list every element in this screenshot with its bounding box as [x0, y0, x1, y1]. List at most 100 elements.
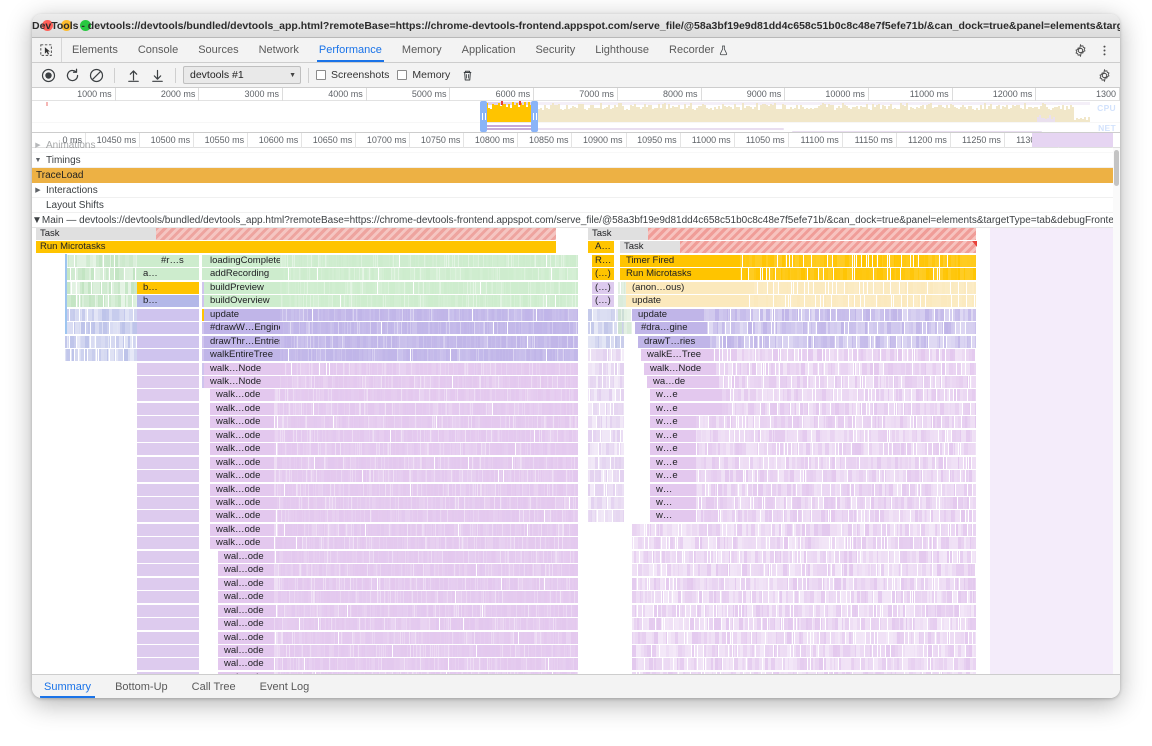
flame-bar[interactable]: b…	[137, 295, 199, 307]
flame-bar-group[interactable]	[588, 416, 624, 428]
flame-bar-label[interactable]: update	[632, 309, 704, 321]
flame-bar-group[interactable]	[632, 672, 976, 674]
flame-bar-label[interactable]: w…e	[650, 389, 722, 401]
track-layout-shifts[interactable]: Layout Shifts	[32, 198, 1120, 213]
flame-bar[interactable]	[137, 537, 199, 549]
flame-bar-group[interactable]	[65, 309, 137, 321]
flame-bar-label[interactable]: Run Microtasks	[620, 268, 740, 280]
tab-console[interactable]: Console	[128, 38, 188, 62]
flame-bar-label[interactable]: walk…ode	[210, 457, 274, 469]
flame-bar-group[interactable]	[618, 322, 632, 334]
flame-bar-group[interactable]	[632, 551, 976, 563]
tab-call-tree[interactable]: Call Tree	[180, 675, 248, 698]
flame-bar-label[interactable]: walk…ode	[210, 416, 274, 428]
flame-bar-label[interactable]: drawThr…Entries	[204, 336, 280, 348]
flame-bar[interactable]	[137, 336, 199, 348]
flame-bar-group[interactable]	[278, 443, 578, 455]
flame-bar-group[interactable]	[65, 322, 137, 334]
flame-bar[interactable]: a…	[137, 268, 199, 280]
tab-security[interactable]: Security	[525, 38, 585, 62]
flame-bar-group[interactable]	[632, 537, 976, 549]
overview-body[interactable]: CPU NET	[32, 101, 1120, 132]
flame-bar[interactable]	[137, 591, 199, 603]
flame-bar[interactable]: Task	[588, 228, 648, 240]
recording-select[interactable]: devtools #1 ▼	[183, 66, 301, 84]
flame-bar-group[interactable]	[278, 403, 578, 415]
flame-bar-group[interactable]	[278, 591, 578, 603]
flame-bar-label[interactable]: wal…ode	[218, 632, 274, 644]
tab-network[interactable]: Network	[249, 38, 309, 62]
flame-bar[interactable]	[137, 484, 199, 496]
flame-bar-label[interactable]: wal…ode	[218, 658, 274, 670]
flame-bar[interactable]	[137, 605, 199, 617]
inspect-element-button[interactable]	[32, 38, 62, 62]
flame-bar-label[interactable]: w…e	[650, 430, 696, 442]
flame-bar-group[interactable]	[65, 349, 137, 361]
close-window-button[interactable]	[42, 20, 53, 31]
flame-bar-group[interactable]	[650, 510, 976, 522]
overview-window-right-handle[interactable]	[531, 101, 538, 132]
minimize-window-button[interactable]	[61, 20, 72, 31]
tab-memory[interactable]: Memory	[392, 38, 452, 62]
flame-bar-group[interactable]	[65, 255, 137, 267]
tab-application[interactable]: Application	[452, 38, 526, 62]
flame-bar-group[interactable]	[278, 618, 578, 630]
flame-bar[interactable]	[137, 672, 199, 674]
flame-bar-group[interactable]	[278, 564, 578, 576]
tab-performance[interactable]: Performance	[309, 38, 392, 62]
flame-bar-label[interactable]: walk…ode	[210, 443, 274, 455]
flame-bar[interactable]	[558, 228, 561, 240]
flame-bar[interactable]: (…)	[592, 295, 614, 307]
flame-bar-group[interactable]	[278, 470, 578, 482]
flame-bar-group[interactable]	[632, 524, 976, 536]
flame-bar-label[interactable]: loadingComplete	[204, 255, 280, 267]
flame-bar-group[interactable]	[588, 457, 624, 469]
flame-bar[interactable]	[137, 416, 199, 428]
save-profile-button[interactable]	[146, 65, 168, 85]
flame-bar-label[interactable]: wal…ode	[218, 672, 274, 674]
flame-bar-group[interactable]	[278, 497, 578, 509]
load-profile-button[interactable]	[122, 65, 144, 85]
flame-bar-group[interactable]	[588, 336, 624, 348]
flame-bar-label[interactable]: wal…ode	[218, 564, 274, 576]
flame-bar-label[interactable]: walk…ode	[210, 403, 274, 415]
flame-bar[interactable]	[137, 645, 199, 657]
flame-bar-label[interactable]: wal…ode	[218, 618, 274, 630]
flame-bar-group[interactable]	[588, 430, 624, 442]
tab-summary[interactable]: Summary	[32, 675, 103, 698]
flame-bar-label[interactable]: update	[204, 309, 280, 321]
tab-bottom-up[interactable]: Bottom-Up	[103, 675, 180, 698]
flame-bar-group[interactable]	[278, 658, 578, 670]
flame-bar-group[interactable]	[278, 376, 578, 388]
flame-bar-label[interactable]: w…	[650, 510, 696, 522]
flame-bar-group[interactable]	[632, 632, 976, 644]
flame-bar-label[interactable]: w…e	[650, 443, 696, 455]
flame-bar-group[interactable]	[588, 510, 624, 522]
flame-bar-label[interactable]: Timer Fired	[620, 255, 740, 267]
flame-bar-group[interactable]	[588, 470, 624, 482]
flame-bar-label[interactable]: walkEntireTree	[204, 349, 280, 361]
capture-settings-button[interactable]	[1093, 65, 1115, 85]
overview-window-left-handle[interactable]	[480, 101, 487, 132]
flame-bar[interactable]: b…	[137, 282, 199, 294]
flame-bar-group[interactable]	[278, 457, 578, 469]
flame-bar-group[interactable]	[278, 537, 578, 549]
flame-chart[interactable]: TaskTaskTaskRun MicrotasksTaskA…#r…sl…el…	[32, 228, 1120, 674]
flame-bar-group[interactable]	[650, 484, 976, 496]
flame-bar-label[interactable]: walkE…Tree	[641, 349, 713, 361]
flame-bar[interactable]: Run Microtasks	[36, 241, 556, 253]
flame-bar-label[interactable]: walk…ode	[210, 470, 274, 482]
tab-sources[interactable]: Sources	[188, 38, 248, 62]
flame-bar-label[interactable]: wal…ode	[218, 551, 274, 563]
flame-bar[interactable]	[137, 564, 199, 576]
flame-bar[interactable]	[137, 403, 199, 415]
flame-bar-group[interactable]	[278, 510, 578, 522]
flame-bar-group[interactable]	[632, 618, 976, 630]
flame-bar[interactable]	[137, 618, 199, 630]
track-animations[interactable]: ▶ Animations	[32, 138, 1120, 153]
tab-lighthouse[interactable]: Lighthouse	[585, 38, 659, 62]
flame-bar[interactable]	[137, 363, 199, 375]
flame-bar-label[interactable]: buildOverview	[204, 295, 280, 307]
flame-bar[interactable]	[137, 470, 199, 482]
track-traceload[interactable]: TraceLoad	[32, 168, 1120, 183]
